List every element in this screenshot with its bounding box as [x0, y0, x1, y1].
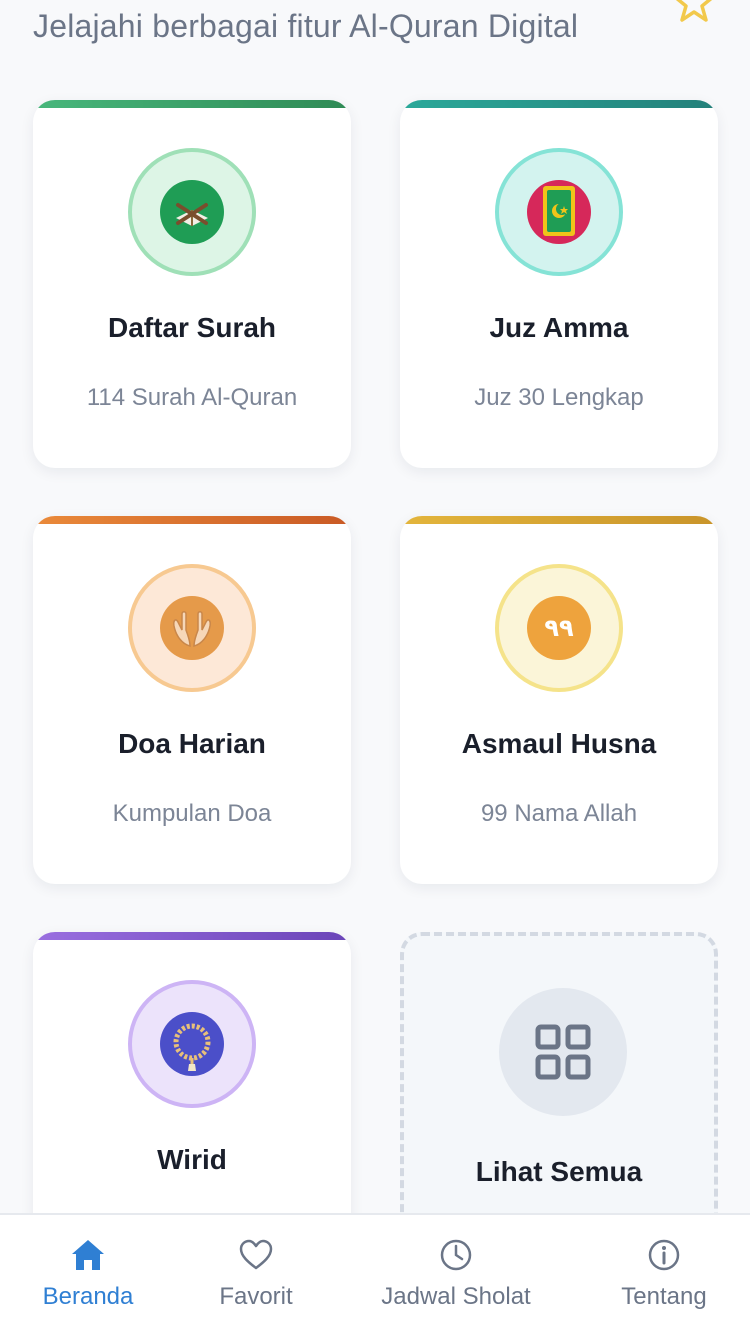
feature-card-daftar-surah[interactable]: Daftar Surah 114 Surah Al-Quran — [33, 100, 351, 468]
nav-item-beranda[interactable]: Beranda — [0, 1215, 176, 1333]
card-title: Asmaul Husna — [461, 728, 657, 759]
nav-label: Beranda — [42, 1283, 134, 1310]
nav-label: Tentang — [621, 1283, 707, 1310]
quran-book-icon — [160, 180, 224, 244]
nav-item-favorit[interactable]: Favorit — [176, 1215, 336, 1333]
card-icon-circle: ٩٩ — [495, 564, 623, 692]
home-screen: Jelajahi berbagai fitur Al-Quran Digital… — [0, 0, 750, 1333]
bottom-navigation: Beranda Favorit Jadwal Sholat Tentang — [0, 1213, 750, 1333]
grid-icon — [535, 1024, 591, 1080]
number-99-icon: ٩٩ — [527, 596, 591, 660]
arabic-99-glyph: ٩٩ — [544, 614, 574, 642]
card-title: Juz Amma — [489, 312, 629, 343]
feature-card-doa-harian[interactable]: Doa Harian Kumpulan Doa — [33, 516, 351, 884]
card-icon-circle — [495, 148, 623, 276]
nav-label: Jadwal Sholat — [381, 1283, 531, 1310]
card-accent-bar — [33, 516, 351, 524]
nav-item-tentang[interactable]: Tentang — [594, 1215, 734, 1333]
info-icon — [648, 1239, 680, 1271]
prayer-beads-icon — [160, 1012, 224, 1076]
home-icon — [72, 1240, 104, 1270]
card-accent-bar — [33, 100, 351, 108]
card-accent-bar — [33, 932, 351, 940]
card-icon-circle — [128, 564, 256, 692]
card-accent-bar — [400, 516, 718, 524]
feature-card-juz-amma[interactable]: Juz Amma Juz 30 Lengkap — [400, 100, 718, 468]
card-accent-bar — [400, 100, 718, 108]
card-description: Juz 30 Lengkap — [474, 384, 644, 411]
nav-label: Favorit — [219, 1283, 293, 1310]
card-title: Wirid — [157, 1144, 227, 1175]
card-description: 114 Surah Al-Quran — [86, 384, 298, 411]
heart-icon — [239, 1239, 273, 1270]
card-title: Doa Harian — [118, 728, 266, 759]
card-description: 99 Nama Allah — [480, 800, 638, 827]
card-title: Daftar Surah — [107, 312, 277, 343]
card-title: Lihat Semua — [475, 1156, 643, 1187]
praying-hands-icon — [160, 596, 224, 660]
star-icon[interactable] — [674, 0, 714, 22]
feature-card-asmaul-husna[interactable]: ٩٩ Asmaul Husna 99 Nama Allah — [400, 516, 718, 884]
nav-item-jadwal-sholat[interactable]: Jadwal Sholat — [356, 1215, 556, 1333]
clock-icon — [440, 1239, 472, 1271]
card-description: Kumpulan Doa — [112, 800, 272, 827]
card-icon-circle — [128, 980, 256, 1108]
card-icon-circle — [499, 988, 627, 1116]
mushaf-icon — [527, 180, 591, 244]
card-icon-circle — [128, 148, 256, 276]
page-subtitle: Jelajahi berbagai fitur Al-Quran Digital — [33, 8, 579, 44]
